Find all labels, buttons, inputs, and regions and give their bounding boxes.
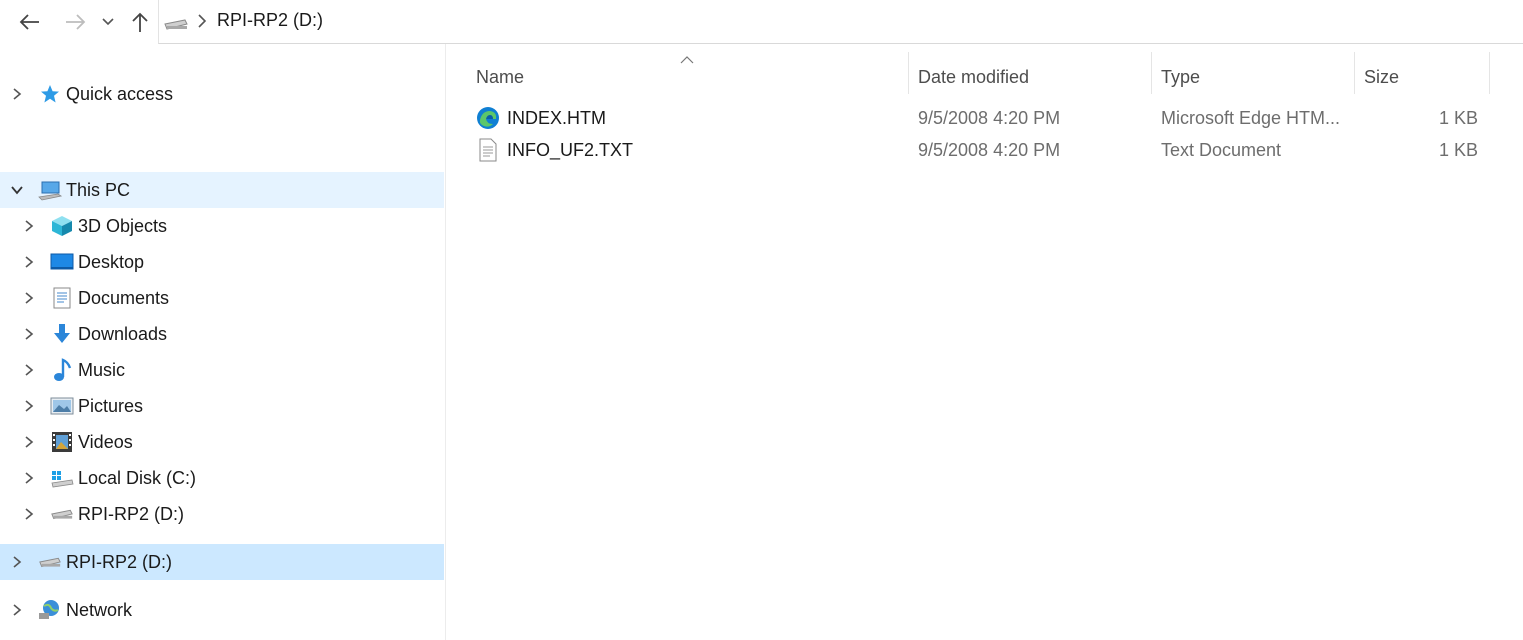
desktop-icon: [50, 250, 74, 274]
forward-button[interactable]: [60, 8, 90, 36]
network-globe-icon: [38, 598, 62, 622]
file-row[interactable]: INDEX.HTM 9/5/2008 4:20 PM Microsoft Edg…: [472, 103, 1512, 135]
sidebar-item-music[interactable]: Music: [0, 352, 444, 388]
chevron-right-icon[interactable]: [22, 363, 36, 377]
documents-icon: [50, 286, 74, 310]
back-arrow-icon: [19, 14, 39, 30]
column-divider[interactable]: [1489, 52, 1490, 94]
sidebar-item-pictures[interactable]: Pictures: [0, 388, 444, 424]
up-button[interactable]: [125, 8, 155, 36]
file-name: INFO_UF2.TXT: [507, 140, 634, 160]
chevron-right-icon: [197, 13, 207, 34]
chevron-right-icon[interactable]: [22, 327, 36, 341]
file-name: INDEX.HTM: [507, 108, 606, 128]
video-film-icon: [50, 430, 74, 454]
column-divider[interactable]: [908, 52, 909, 94]
sidebar-item-rpi-rp2-child[interactable]: RPI-RP2 (D:): [0, 496, 444, 532]
text-document-icon: [478, 138, 498, 167]
column-header-size[interactable]: Size: [1364, 60, 1484, 94]
sidebar-item-label: Music: [78, 359, 126, 380]
sidebar-item-label: This PC: [66, 179, 131, 200]
chevron-right-icon[interactable]: [22, 435, 36, 449]
windows-disk-icon: [50, 466, 74, 490]
cube-icon: [50, 214, 74, 238]
sidebar-item-label: RPI-RP2 (D:): [66, 551, 173, 572]
sidebar-item-label: Local Disk (C:): [78, 467, 197, 488]
navigation-bar: RPI-RP2 (D:): [0, 0, 1523, 44]
sidebar-item-label: Pictures: [78, 395, 144, 416]
file-row[interactable]: INFO_UF2.TXT 9/5/2008 4:20 PM Text Docum…: [472, 135, 1512, 167]
usb-drive-icon: [38, 550, 62, 574]
file-size: 1 KB: [1438, 108, 1478, 128]
sidebar-item-rpi-rp2[interactable]: RPI-RP2 (D:): [0, 544, 444, 580]
sidebar-item-label: Videos: [78, 431, 133, 452]
file-date: 9/5/2008 4:20 PM: [918, 108, 1061, 128]
chevron-right-icon[interactable]: [22, 471, 36, 485]
chevron-right-icon[interactable]: [22, 255, 36, 269]
chevron-right-icon[interactable]: [10, 555, 24, 569]
chevron-right-icon[interactable]: [22, 507, 36, 521]
file-date: 9/5/2008 4:20 PM: [918, 140, 1061, 160]
sidebar-item-label: RPI-RP2 (D:): [78, 503, 185, 524]
download-arrow-icon: [50, 322, 74, 346]
sidebar-item-local-disk[interactable]: Local Disk (C:): [0, 460, 444, 496]
sidebar-item-videos[interactable]: Videos: [0, 424, 444, 460]
sidebar-item-label: Downloads: [78, 323, 168, 344]
file-size: 1 KB: [1438, 140, 1478, 160]
chevron-right-icon[interactable]: [22, 399, 36, 413]
up-arrow-icon: [132, 12, 148, 32]
column-divider[interactable]: [1354, 52, 1355, 94]
column-header-name[interactable]: Name: [476, 60, 906, 94]
file-type: Text Document: [1161, 140, 1282, 160]
chevron-down-icon[interactable]: [10, 183, 24, 197]
pictures-icon: [50, 394, 74, 418]
recent-dropdown-icon: [102, 18, 114, 26]
file-list: Name Date modified Type Size INDEX.HTM 9…: [446, 44, 1523, 640]
sidebar-item-label: Network: [66, 599, 133, 620]
sidebar-item-network[interactable]: Network: [0, 592, 444, 628]
edge-html-icon: [476, 106, 500, 135]
sidebar-item-desktop[interactable]: Desktop: [0, 244, 444, 280]
forward-arrow-icon: [66, 14, 86, 30]
sidebar-item-label: Quick access: [66, 83, 174, 104]
chevron-right-icon[interactable]: [10, 87, 24, 101]
breadcrumb-drive[interactable]: RPI-RP2 (D:): [217, 10, 323, 31]
usb-drive-icon: [50, 502, 74, 526]
sidebar-item-documents[interactable]: Documents: [0, 280, 444, 316]
sidebar-item-label: Documents: [78, 287, 170, 308]
column-header-date-modified[interactable]: Date modified: [918, 60, 1148, 94]
star-icon: [38, 82, 62, 106]
sidebar-item-this-pc[interactable]: This PC: [0, 172, 444, 208]
column-divider[interactable]: [1151, 52, 1152, 94]
sidebar-item-downloads[interactable]: Downloads: [0, 316, 444, 352]
chevron-right-icon[interactable]: [22, 291, 36, 305]
back-button[interactable]: [15, 8, 45, 36]
chevron-right-icon[interactable]: [10, 603, 24, 617]
usb-drive-icon: [163, 15, 189, 36]
computer-icon: [38, 178, 62, 202]
file-type: Microsoft Edge HTM...: [1161, 108, 1341, 128]
sidebar-item-3d-objects[interactable]: 3D Objects: [0, 208, 444, 244]
address-bar[interactable]: RPI-RP2 (D:): [158, 0, 1523, 44]
navigation-pane: Quick access This PC 3D Objects Desktop …: [0, 44, 446, 640]
chevron-right-icon[interactable]: [22, 219, 36, 233]
column-header-type[interactable]: Type: [1161, 60, 1351, 94]
recent-locations-button[interactable]: [95, 8, 121, 36]
sidebar-item-label: 3D Objects: [78, 215, 168, 236]
music-note-icon: [50, 358, 74, 382]
sidebar-item-quick-access[interactable]: Quick access: [0, 76, 444, 112]
sidebar-item-label: Desktop: [78, 251, 145, 272]
